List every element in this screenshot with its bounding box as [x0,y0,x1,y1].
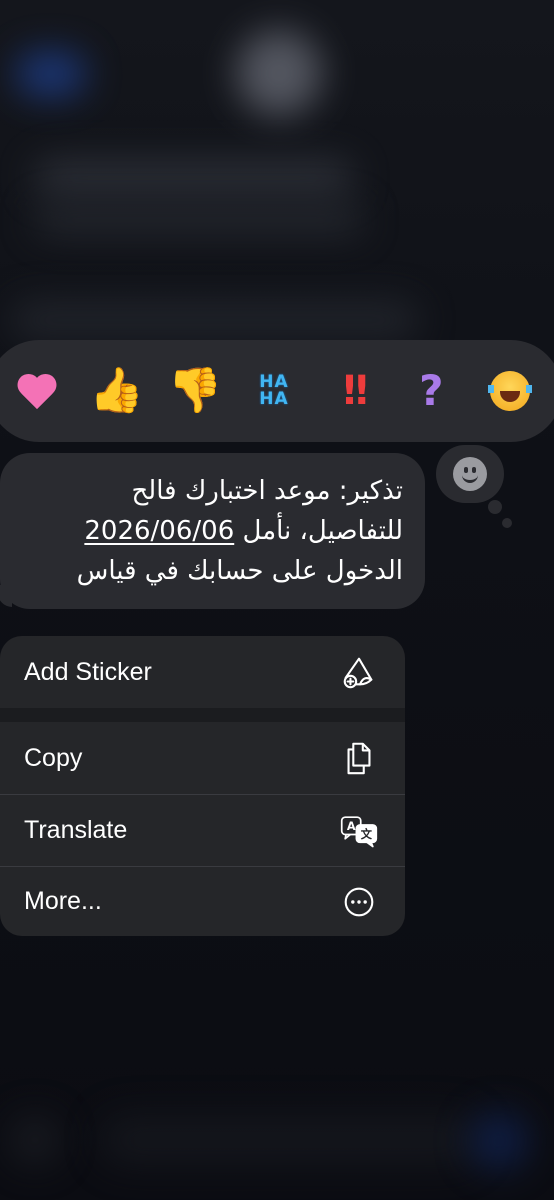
svg-text:文: 文 [361,826,373,840]
previous-message-blurred [10,300,420,340]
menu-item-label: Copy [24,743,83,772]
reaction-haha[interactable]: HA HA [248,365,300,417]
translate-icon: A 文 [339,811,379,851]
add-reaction-button[interactable] [436,445,504,503]
menu-separator [0,708,405,722]
message-line-3: الدخول على حسابك في قياس [76,556,403,586]
haha-bottom-text: HA [259,389,289,409]
reaction-thumbs-down[interactable]: 👎 [167,365,223,417]
menu-item-more[interactable]: More... [0,866,405,936]
contact-name-blurred [34,160,354,196]
haha-icon: HA HA [259,374,288,408]
smiley-face-icon [453,457,487,491]
reaction-thumbs-up[interactable]: 👍 [89,365,145,417]
send-button-blurred [470,1112,528,1170]
menu-item-copy[interactable]: Copy [0,722,405,794]
svg-text:A: A [347,820,356,833]
message-line-1: تذكير: موعد اختبارك فالح [131,476,403,506]
message-input-blurred [100,1115,480,1165]
contact-avatar-blurred [236,30,322,116]
reaction-double-exclamation[interactable]: !! [327,365,379,417]
camera-button-blurred [10,1115,60,1165]
reaction-tail-dot [488,500,502,514]
double-exclamation-icon: !! [340,368,371,414]
message-bubble[interactable]: تذكير: موعد اختبارك فالح للتفاصيل، نأمل … [0,453,425,609]
contact-subtitle-blurred [34,205,364,235]
reaction-tail-dot [502,518,512,528]
reaction-laughing[interactable] [484,365,536,417]
reaction-heart[interactable] [12,365,64,417]
menu-item-label: Add Sticker [24,657,152,686]
back-button-blurred [16,52,86,96]
date-link[interactable]: 2026/06/06 [84,516,234,546]
laughing-face-icon [487,371,532,411]
context-menu: Add Sticker Copy Translate A 文 More... [0,636,405,936]
menu-item-translate[interactable]: Translate A 文 [0,794,405,866]
heart-icon [18,371,58,411]
copy-icon [339,738,379,778]
menu-item-add-sticker[interactable]: Add Sticker [0,636,405,708]
reaction-bar: 👍 👎 HA HA !! ? [0,340,554,442]
thumbs-down-icon: 👎 [167,366,223,415]
menu-item-label: Translate [24,816,128,844]
menu-item-label: More... [24,887,102,915]
reaction-question[interactable]: ? [405,365,457,417]
more-icon [339,882,379,922]
question-mark-icon: ? [419,366,444,415]
message-line-2: للتفاصيل، نأمل 2026/06/06 [22,511,403,551]
thumbs-up-icon: 👍 [89,366,145,415]
sticker-icon [339,652,379,692]
message-line-2-text: للتفاصيل، نأمل [242,516,404,546]
